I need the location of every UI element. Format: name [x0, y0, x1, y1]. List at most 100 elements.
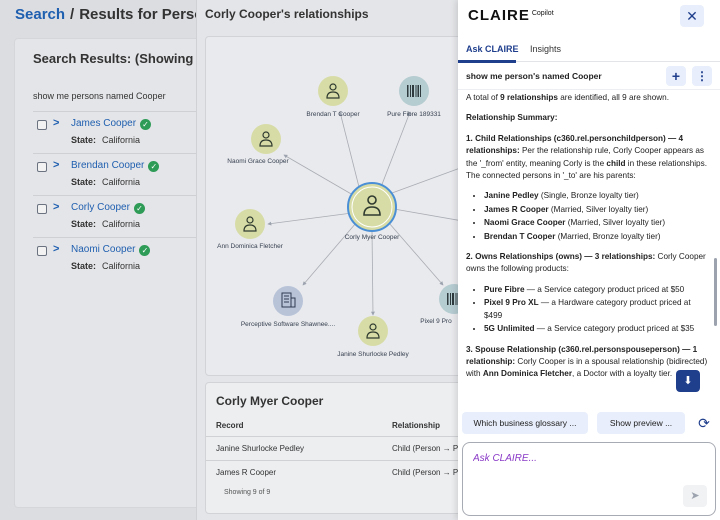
breadcrumb: Search / Results for Person — [15, 6, 213, 23]
relationship-graph[interactable]: Corly Myer Cooper Brendan T Cooper Pure … — [205, 36, 458, 376]
verified-check-icon: ✓ — [140, 119, 152, 130]
graph-node-label: Pixel 9 Pro — [420, 318, 452, 325]
search-results-page: Search / Results for Person Search Results… — [0, 0, 231, 520]
verified-check-icon: ✓ — [148, 161, 160, 172]
result-name-link[interactable]: Naomi Cooper — [71, 244, 135, 255]
more-options-button[interactable]: ⋮ — [692, 66, 712, 86]
answer-text: , a Doctor with a loyalty tier. — [572, 369, 673, 379]
kebab-icon: ⋮ — [696, 69, 708, 83]
tab-ask-claire[interactable]: Ask CLAIRE — [466, 44, 519, 54]
item-name: 5G Unlimited — [484, 324, 535, 334]
child-list: Janine Pedley (Single, Bronze loyalty ti… — [476, 190, 710, 243]
verified-check-icon: ✓ — [139, 245, 151, 256]
state-label: State: — [71, 219, 97, 229]
claire-answer: A total of 9 relationships are identifie… — [466, 92, 710, 402]
verified-check-icon: ✓ — [133, 203, 145, 214]
refresh-suggestions-button[interactable]: ⟳ — [694, 412, 714, 434]
close-button[interactable]: ✕ — [680, 5, 704, 27]
list-item: > James Cooper ✓ State: California — [33, 111, 213, 151]
item-name: James R Cooper — [484, 204, 549, 214]
item-name: Pixel 9 Pro XL — [484, 298, 539, 308]
relationship-cell: Child (Person → P — [392, 444, 458, 453]
relationships-panel: Corly Cooper's relationships Corly Myer … — [196, 0, 458, 520]
new-chat-button[interactable]: + — [666, 66, 686, 86]
question-bar: show me person's named Cooper + ⋮ — [458, 64, 720, 90]
answer-scrollbar[interactable] — [714, 258, 717, 326]
claire-logo: CLAIRE Copilot — [468, 7, 554, 24]
send-icon: ➤ — [690, 490, 700, 502]
search-results-card: Search Results: (Showing 4 of 4 show me … — [14, 38, 231, 508]
graph-node-ann[interactable]: Ann Dominica Fletcher — [217, 209, 284, 250]
state-label: State: — [71, 135, 97, 145]
answer-intro: A total of 9 relationships are identifie… — [466, 92, 710, 104]
list-item: > Corly Cooper ✓ State: California — [33, 195, 213, 235]
state-value: California — [102, 177, 141, 187]
chevron-right-icon[interactable]: > — [53, 159, 59, 171]
list-item: Naomi Grace Cooper (Married, Silver loya… — [484, 217, 710, 229]
column-header-relationship[interactable]: Relationship — [392, 421, 440, 430]
state-label: State: — [71, 177, 97, 187]
claire-copilot-panel: CLAIRE Copilot ✕ Ask CLAIRE Insights show… — [458, 0, 720, 520]
result-checkbox[interactable] — [37, 204, 47, 214]
graph-node-naomi[interactable]: Naomi Grace Cooper — [227, 124, 290, 165]
state-value: California — [102, 219, 141, 229]
item-name: Brendan T Cooper — [484, 231, 556, 241]
relationship-cell: Child (Person → P — [392, 468, 458, 477]
list-item: Pixel 9 Pro XL — a Hardware category pro… — [484, 297, 710, 322]
chevron-right-icon[interactable]: > — [53, 201, 59, 213]
send-button[interactable]: ➤ — [683, 485, 707, 507]
list-item: Janine Pedley (Single, Bronze loyalty ti… — [484, 190, 710, 202]
list-item: > Brendan Cooper ✓ State: California — [33, 153, 213, 193]
graph-node-pure-fibre[interactable]: Pure Fibre 189331 — [387, 76, 441, 118]
graph-node-perceptive[interactable]: Perceptive Software Shawnee.... — [241, 286, 335, 328]
item-name: Pure Fibre — [484, 284, 525, 294]
user-question: show me person's named Cooper — [466, 71, 602, 81]
state-value: California — [102, 261, 141, 271]
graph-node-janine[interactable]: Janine Shurlocke Pedley — [337, 316, 410, 358]
suggestion-show-preview[interactable]: Show preview ... — [597, 412, 685, 434]
result-name-link[interactable]: Corly Cooper — [71, 202, 130, 213]
graph-node-label: Brendan T Cooper — [306, 111, 360, 118]
ask-claire-box: ➤ — [462, 442, 716, 516]
result-name-link[interactable]: Brendan Cooper — [71, 160, 144, 171]
answer-paragraph: 3. Spouse Relationship (c360.rel.persons… — [466, 344, 710, 381]
graph-node-pixel[interactable]: Pixel 9 Pro — [420, 284, 458, 325]
chevron-right-icon[interactable]: > — [53, 243, 59, 255]
detail-title: Corly Myer Cooper — [216, 394, 324, 408]
result-checkbox[interactable] — [37, 162, 47, 172]
record-cell: James R Cooper — [216, 468, 277, 477]
graph-node-label: Pure Fibre 189331 — [387, 111, 441, 118]
breadcrumb-search-link[interactable]: Search — [15, 6, 65, 23]
answer-emphasis: 9 relationships — [500, 93, 558, 102]
list-item: James R Cooper (Married, Silver loyalty … — [484, 204, 710, 216]
scroll-to-bottom-button[interactable]: ⬇ — [676, 370, 700, 392]
ask-claire-input[interactable] — [473, 453, 693, 464]
relationship-graph-svg[interactable]: Corly Myer Cooper Brendan T Cooper Pure … — [206, 37, 458, 377]
breadcrumb-current: Results for Person — [79, 6, 213, 23]
item-detail: (Single, Bronze loyalty tier) — [538, 191, 639, 201]
item-detail: (Married, Silver loyalty tier) — [548, 204, 649, 214]
result-checkbox[interactable] — [37, 120, 47, 130]
graph-node-brendan[interactable]: Brendan T Cooper — [306, 76, 360, 118]
breadcrumb-separator: / — [70, 6, 75, 23]
table-row[interactable]: James R Cooper Child (Person → P — [206, 460, 458, 484]
tab-insights[interactable]: Insights — [530, 44, 561, 54]
result-checkbox[interactable] — [37, 246, 47, 256]
suggestion-business-glossary[interactable]: Which business glossary ... — [462, 412, 588, 434]
column-header-record[interactable]: Record — [216, 421, 244, 430]
list-item: > Naomi Cooper ✓ State: California — [33, 237, 213, 277]
item-detail: — a Service category product priced at $… — [524, 284, 685, 294]
showing-count: Showing 9 of 9 — [224, 489, 271, 496]
result-name-link[interactable]: James Cooper — [71, 118, 136, 129]
list-item: Brendan T Cooper (Married, Bronze loyalt… — [484, 231, 710, 243]
state-label: State: — [71, 261, 97, 271]
item-detail: — a Service category product priced at $… — [534, 324, 695, 334]
close-icon: ✕ — [686, 8, 698, 24]
chevron-right-icon[interactable]: > — [53, 117, 59, 129]
table-row[interactable]: Janine Shurlocke Pedley Child (Person → … — [206, 436, 458, 460]
item-detail: (Married, Silver loyalty tier) — [565, 218, 666, 228]
item-detail: (Married, Bronze loyalty tier) — [555, 231, 661, 241]
state-value: California — [102, 135, 141, 145]
claire-tabs: Ask CLAIRE Insights — [458, 38, 720, 63]
item-name: Naomi Grace Cooper — [484, 218, 566, 228]
